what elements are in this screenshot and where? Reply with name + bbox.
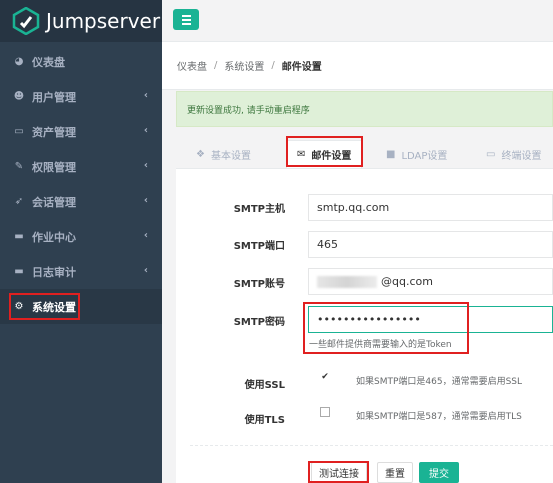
smtp-host-label: SMTP主机 (233, 204, 285, 215)
menu-toggle-button[interactable] (173, 9, 199, 30)
coffee-icon: ▬ (14, 231, 24, 242)
highlight-box (286, 136, 363, 167)
use-ssl-label: 使用SSL (244, 380, 285, 391)
app-name: Jumpserver (46, 9, 161, 33)
sidebar-item-label: 用户管理 (32, 90, 76, 104)
sidebar-item-label: 资产管理 (32, 125, 76, 139)
sidebar-item-jobs[interactable]: ▬ 作业中心 ‹ (0, 219, 162, 254)
highlight-box (308, 461, 369, 483)
settings-tabs: ❖ 基本设置 ✉ 邮件设置 ■ LDAP设置 ▭ 终端设置 (176, 132, 553, 169)
ssl-help-text: 如果SMTP端口是465，通常需要启用SSL (356, 377, 523, 387)
breadcrumb-current: 邮件设置 (281, 62, 322, 73)
success-alert: 更新设置成功, 请手动重启程序 (176, 91, 553, 127)
inbox-icon: ▭ (14, 126, 24, 137)
use-tls-checkbox[interactable] (320, 407, 330, 417)
sidebar: Jumpserver ◕ 仪表盘 ☻ 用户管理 ‹ ▭ 资产管理 ‹ ✎ 权限管… (0, 0, 162, 483)
chevron-left-icon: ‹ (143, 160, 148, 171)
use-tls-label: 使用TLS (244, 415, 285, 426)
sidebar-item-audit[interactable]: ▬ 日志审计 ‹ (0, 254, 162, 289)
coffee-icon: ▬ (14, 266, 24, 277)
sidebar-item-label: 仪表盘 (32, 55, 65, 69)
sidebar-item-dashboard[interactable]: ◕ 仪表盘 (0, 44, 162, 79)
smtp-user-input[interactable]: @qq.com (308, 268, 553, 295)
redacted-text (317, 275, 377, 288)
sidebar-item-label: 作业中心 (32, 230, 76, 244)
topbar (162, 0, 553, 42)
dashboard-icon: ◕ (14, 56, 24, 67)
sidebar-item-settings[interactable]: ⚙ 系统设置 (0, 289, 162, 324)
smtp-user-label: SMTP账号 (233, 279, 285, 290)
use-ssl-checkbox[interactable]: ✔ (320, 372, 330, 382)
smtp-port-input[interactable]: 465 (308, 231, 553, 258)
sidebar-item-label: 日志审计 (32, 265, 76, 279)
submit-button[interactable]: 提交 (419, 462, 459, 483)
cubes-icon: ❖ (196, 148, 205, 160)
rocket-icon: ➶ (14, 196, 24, 207)
smtp-port-label: SMTP端口 (233, 241, 285, 252)
chevron-left-icon: ‹ (143, 265, 148, 276)
highlight-box (9, 293, 80, 320)
chevron-left-icon: ‹ (143, 230, 148, 241)
smtp-host-input[interactable]: smtp.qq.com (308, 194, 553, 221)
chevron-left-icon: ‹ (143, 125, 148, 136)
sidebar-item-label: 会话管理 (32, 195, 76, 209)
chevron-left-icon: ‹ (143, 195, 148, 206)
reset-button[interactable]: 重置 (377, 462, 413, 483)
password-help-text: 一些邮件提供商需要输入的是Token (309, 340, 452, 350)
divider (190, 445, 553, 446)
breadcrumb: 仪表盘 / 系统设置 / 邮件设置 (162, 42, 553, 90)
square-icon: ■ (386, 148, 396, 160)
alert-message: 更新设置成功, 请手动重启程序 (187, 105, 310, 116)
tab-terminal[interactable]: ▭ 终端设置 (486, 140, 541, 168)
tab-ldap[interactable]: ■ LDAP设置 (386, 140, 447, 168)
smtp-password-label: SMTP密码 (233, 317, 285, 328)
tab-basic[interactable]: ❖ 基本设置 (196, 140, 251, 168)
hamburger-icon (181, 14, 191, 17)
chevron-left-icon: ‹ (143, 90, 148, 101)
sidebar-item-label: 权限管理 (32, 160, 76, 174)
breadcrumb-item[interactable]: 仪表盘 (177, 58, 207, 73)
sidebar-item-assets[interactable]: ▭ 资产管理 ‹ (0, 114, 162, 149)
breadcrumb-item[interactable]: 系统设置 (224, 58, 264, 73)
sidebar-item-users[interactable]: ☻ 用户管理 ‹ (0, 79, 162, 114)
users-icon: ☻ (13, 91, 25, 102)
hdd-icon: ▭ (486, 148, 496, 160)
jumpserver-logo-icon (12, 6, 40, 36)
tls-help-text: 如果SMTP端口是587，通常需要启用TLS (356, 412, 522, 422)
logo[interactable]: Jumpserver (0, 0, 162, 42)
edit-icon: ✎ (14, 161, 24, 172)
sidebar-item-sessions[interactable]: ➶ 会话管理 ‹ (0, 184, 162, 219)
sidebar-item-perms[interactable]: ✎ 权限管理 ‹ (0, 149, 162, 184)
